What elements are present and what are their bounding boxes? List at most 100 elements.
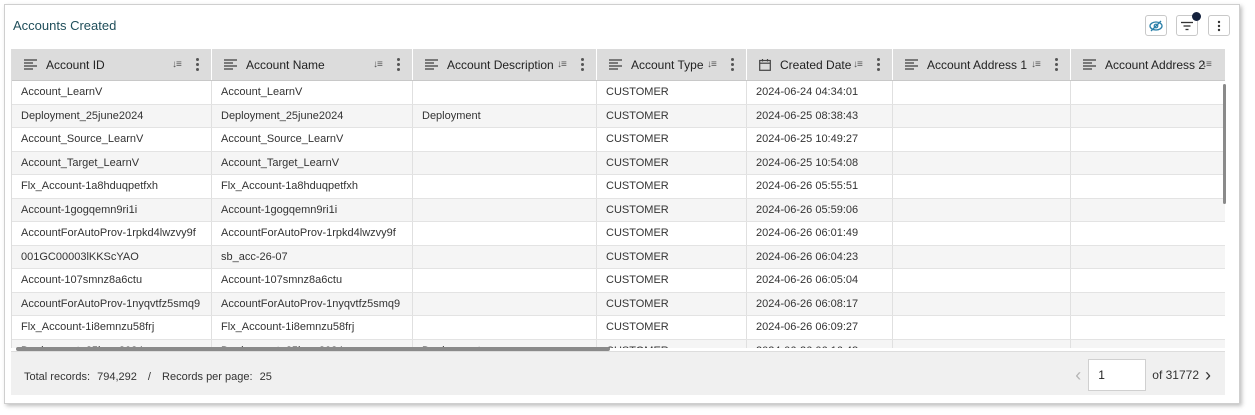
table-cell: CUSTOMER bbox=[597, 245, 747, 268]
toggle-columns-button[interactable] bbox=[1145, 15, 1167, 36]
table-cell bbox=[413, 128, 597, 151]
column-menu-icon[interactable] bbox=[877, 58, 881, 73]
table-cell: 2024-06-25 10:54:08 bbox=[747, 151, 893, 174]
column-header[interactable]: Account Type ↓≡ bbox=[597, 49, 747, 80]
text-lines-icon bbox=[905, 59, 918, 70]
table-cell: 2024-06-26 06:01:49 bbox=[747, 222, 893, 245]
table-row[interactable]: Account-107smnz8a6ctu Account-107smnz8a6c… bbox=[12, 269, 1225, 293]
table-cell: CUSTOMER bbox=[597, 175, 747, 198]
card-title: Accounts Created bbox=[13, 18, 117, 33]
sort-icon[interactable]: ↓≡ bbox=[853, 59, 863, 70]
column-header[interactable]: Account Address 2 ↓≡ bbox=[1071, 49, 1225, 80]
table-cell: CUSTOMER bbox=[597, 292, 747, 315]
table-cell bbox=[893, 339, 1071, 348]
table-cell: 2024-06-25 10:49:27 bbox=[747, 128, 893, 151]
table-cell: sb_acc-26-07 bbox=[212, 245, 413, 268]
sort-icon[interactable]: ↓≡ bbox=[373, 59, 383, 70]
table-row[interactable]: Account_Source_LearnV Account_Source_Lear… bbox=[12, 128, 1225, 152]
sort-icon[interactable]: ↓≡ bbox=[557, 59, 567, 70]
table-cell: Account_LearnV bbox=[12, 81, 212, 104]
table-cell bbox=[413, 269, 597, 292]
sort-icon[interactable]: ↓≡ bbox=[1202, 59, 1212, 70]
table-row[interactable]: Account_LearnV Account_LearnV CUSTOMER 2024… bbox=[12, 81, 1225, 105]
table-cell bbox=[893, 128, 1071, 151]
table-cell bbox=[893, 245, 1071, 268]
table-footer: Total records: 794,292 / Records per pag… bbox=[11, 351, 1225, 395]
column-menu-icon[interactable] bbox=[196, 58, 200, 73]
table-cell: Account_Target_LearnV bbox=[212, 151, 413, 174]
vertical-scrollbar[interactable] bbox=[1223, 84, 1226, 204]
table-cell bbox=[1071, 175, 1225, 198]
table-row[interactable]: Account_Target_LearnV Account_Target_Lear… bbox=[12, 151, 1225, 175]
column-header-label: Account Address 1 bbox=[927, 57, 1028, 72]
table-cell bbox=[893, 81, 1071, 104]
chevron-right-icon[interactable]: › bbox=[1205, 366, 1211, 384]
column-header-label: Account Type bbox=[631, 57, 704, 72]
column-header[interactable]: Account ID ↓≡ bbox=[12, 49, 212, 80]
table-cell: Flx_Account-1i8emnzu58frj bbox=[12, 316, 212, 339]
filter-active-badge bbox=[1192, 12, 1201, 21]
table-cell: AccountForAutoProv-1nyqvtfz5smq9 bbox=[212, 292, 413, 315]
table-cell: 2024-06-26 05:59:06 bbox=[747, 198, 893, 221]
column-header[interactable]: Created Date ↓≡ bbox=[747, 49, 893, 80]
table-cell bbox=[1071, 222, 1225, 245]
filter-icon bbox=[1181, 21, 1193, 31]
table-cell: CUSTOMER bbox=[597, 316, 747, 339]
table-cell: AccountForAutoProv-1rpkd4lwzvy9f bbox=[212, 222, 413, 245]
column-header-label: Account Name bbox=[246, 57, 325, 72]
table-row[interactable]: Account-1gogqemn9ri1i Account-1gogqemn9ri… bbox=[12, 198, 1225, 222]
table-cell: 2024-06-25 08:38:43 bbox=[747, 104, 893, 127]
more-options-button[interactable] bbox=[1208, 15, 1230, 36]
column-menu-icon[interactable] bbox=[397, 58, 401, 73]
table-row[interactable]: AccountForAutoProv-1rpkd4lwzvy9f AccountF… bbox=[12, 222, 1225, 246]
table-cell: 001GC00003lKKScYAO bbox=[12, 245, 212, 268]
chevron-left-icon[interactable]: ‹ bbox=[1075, 366, 1081, 384]
table-row[interactable]: Flx_Account-1i8emnzu58frj Flx_Account-1i8… bbox=[12, 316, 1225, 340]
column-menu-icon[interactable] bbox=[731, 58, 735, 73]
table-cell: 2024-06-24 04:34:01 bbox=[747, 81, 893, 104]
table-row[interactable]: 001GC00003lKKScYAO sb_acc-26-07 CUSTOMER 20… bbox=[12, 245, 1225, 269]
table-cell: Deployment_25june2024 bbox=[12, 104, 212, 127]
table-cell bbox=[893, 104, 1071, 127]
table-cell: 2024-06-26 05:55:51 bbox=[747, 175, 893, 198]
separator: / bbox=[147, 371, 151, 383]
table-cell bbox=[1071, 128, 1225, 151]
table-cell bbox=[893, 316, 1071, 339]
table-cell bbox=[413, 198, 597, 221]
table-cell: Account-107smnz8a6ctu bbox=[212, 269, 413, 292]
table-body: Account_LearnV Account_LearnV CUSTOMER 2024… bbox=[12, 81, 1225, 348]
sort-icon[interactable]: ↓≡ bbox=[1031, 59, 1041, 70]
table-cell: 2024-06-26 06:16:48 bbox=[747, 339, 893, 348]
table-cell: Flx_Account-1a8hduqpetfxh bbox=[12, 175, 212, 198]
table-cell: CUSTOMER bbox=[597, 339, 747, 348]
records-per-page-label: Records per page: bbox=[162, 371, 253, 383]
column-header[interactable]: Account Address 1 ↓≡ bbox=[893, 49, 1071, 80]
column-header-label: Account Address 2 bbox=[1105, 57, 1206, 72]
table-cell: Account-1gogqemn9ri1i bbox=[12, 198, 212, 221]
page-number-input[interactable] bbox=[1088, 359, 1147, 391]
sort-icon[interactable]: ↓≡ bbox=[707, 59, 717, 70]
table-cell bbox=[1071, 316, 1225, 339]
table-cell bbox=[1071, 293, 1225, 316]
column-menu-icon[interactable] bbox=[1055, 58, 1059, 73]
table-row[interactable]: Deployment_25june2024Deployment_25june20… bbox=[12, 104, 1225, 128]
table-cell bbox=[413, 175, 597, 198]
filter-button[interactable] bbox=[1176, 12, 1201, 36]
table-cell bbox=[1071, 340, 1225, 349]
total-records-label: Total records: bbox=[24, 371, 91, 383]
table-cell: Account-1gogqemn9ri1i bbox=[212, 198, 413, 221]
table-row[interactable]: AccountForAutoProv-1nyqvtfz5smq9 AccountF… bbox=[12, 292, 1225, 316]
table-cell bbox=[413, 151, 597, 174]
table-cell bbox=[1071, 246, 1225, 269]
table-cell: Account_Source_LearnV bbox=[212, 128, 413, 151]
table-row[interactable]: Flx_Account-1a8hduqpetfxh Flx_Account-1a8… bbox=[12, 175, 1225, 199]
table-cell bbox=[1071, 199, 1225, 222]
total-pages-label: of 31772 bbox=[1152, 368, 1199, 382]
column-header[interactable]: Account Name ↓≡ bbox=[212, 49, 413, 80]
sort-icon[interactable]: ↓≡ bbox=[172, 59, 182, 70]
table-cell: Account_Target_LearnV bbox=[12, 151, 212, 174]
table-cell: Account_LearnV bbox=[212, 81, 413, 104]
column-header[interactable]: Account Description ↓≡ bbox=[413, 49, 597, 80]
table-cell bbox=[413, 81, 597, 104]
column-menu-icon[interactable] bbox=[581, 58, 585, 73]
